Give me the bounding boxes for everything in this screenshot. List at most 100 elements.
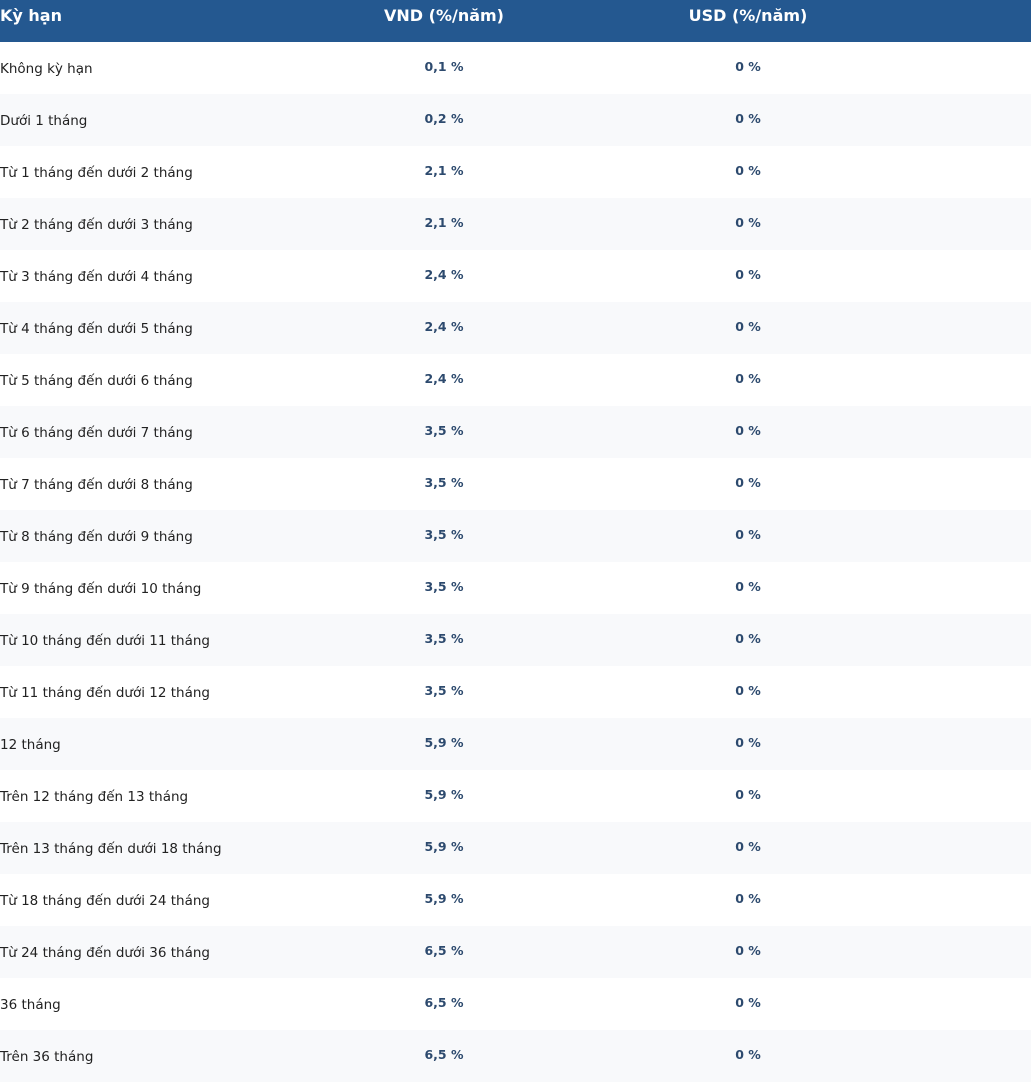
- term-cell: Từ 8 tháng đến dưới 9 tháng: [0, 529, 193, 545]
- term-cell: Từ 7 tháng đến dưới 8 tháng: [0, 477, 193, 493]
- row-spacer: [890, 94, 1031, 146]
- row-spacer: [890, 510, 1031, 562]
- row-spacer: [890, 718, 1031, 770]
- term-cell: Trên 13 tháng đến dưới 18 tháng: [0, 841, 222, 857]
- table-row: Từ 8 tháng đến dưới 9 tháng 3,5 % 0 %: [0, 510, 1031, 562]
- table-row: Từ 18 tháng đến dưới 24 tháng 5,9 % 0 %: [0, 874, 1031, 926]
- table-row: 36 tháng 6,5 % 0 %: [0, 978, 1031, 1030]
- vnd-rate-cell: 2,4 %: [424, 267, 464, 282]
- term-cell: Từ 18 tháng đến dưới 24 tháng: [0, 893, 210, 909]
- interest-rate-table: Kỳ hạn VND (%/năm) USD (%/năm) Không kỳ …: [0, 0, 1031, 1082]
- row-spacer: [890, 874, 1031, 926]
- usd-rate-cell: 0 %: [735, 163, 761, 178]
- usd-rate-cell: 0 %: [735, 423, 761, 438]
- usd-rate-cell: 0 %: [735, 475, 761, 490]
- usd-rate-cell: 0 %: [735, 59, 761, 74]
- term-cell: Từ 4 tháng đến dưới 5 tháng: [0, 321, 193, 337]
- usd-rate-cell: 0 %: [735, 527, 761, 542]
- table-row: Từ 5 tháng đến dưới 6 tháng 2,4 % 0 %: [0, 354, 1031, 406]
- vnd-rate-cell: 3,5 %: [424, 631, 464, 646]
- vnd-rate-cell: 5,9 %: [424, 839, 464, 854]
- table-header: Kỳ hạn VND (%/năm) USD (%/năm): [0, 0, 1031, 42]
- usd-rate-cell: 0 %: [735, 943, 761, 958]
- table-row: Từ 7 tháng đến dưới 8 tháng 3,5 % 0 %: [0, 458, 1031, 510]
- header-term: Kỳ hạn: [0, 6, 62, 25]
- header-spacer: [890, 0, 1031, 42]
- term-cell: Trên 12 tháng đến 13 tháng: [0, 789, 189, 805]
- vnd-rate-cell: 3,5 %: [424, 683, 464, 698]
- vnd-rate-cell: 3,5 %: [424, 527, 464, 542]
- table-row: Từ 3 tháng đến dưới 4 tháng 2,4 % 0 %: [0, 250, 1031, 302]
- vnd-rate-cell: 5,9 %: [424, 735, 464, 750]
- table-row: Từ 9 tháng đến dưới 10 tháng 3,5 % 0 %: [0, 562, 1031, 614]
- row-spacer: [890, 302, 1031, 354]
- row-spacer: [890, 770, 1031, 822]
- term-cell: 12 tháng: [0, 737, 61, 753]
- table-body: Không kỳ hạn 0,1 % 0 % Dưới 1 tháng 0,2 % 0 %…: [0, 42, 1031, 1082]
- table-row: Dưới 1 tháng 0,2 % 0 %: [0, 94, 1031, 146]
- usd-rate-cell: 0 %: [735, 631, 761, 646]
- term-cell: Từ 1 tháng đến dưới 2 tháng: [0, 165, 193, 181]
- usd-rate-cell: 0 %: [735, 787, 761, 802]
- term-cell: Từ 2 tháng đến dưới 3 tháng: [0, 217, 193, 233]
- vnd-rate-cell: 0,2 %: [424, 111, 464, 126]
- usd-rate-cell: 0 %: [735, 319, 761, 334]
- row-spacer: [890, 978, 1031, 1030]
- term-cell: Không kỳ hạn: [0, 61, 93, 77]
- table-row: Từ 10 tháng đến dưới 11 tháng 3,5 % 0 %: [0, 614, 1031, 666]
- term-cell: Từ 5 tháng đến dưới 6 tháng: [0, 373, 193, 389]
- term-cell: Từ 9 tháng đến dưới 10 tháng: [0, 581, 202, 597]
- row-spacer: [890, 354, 1031, 406]
- term-cell: Từ 6 tháng đến dưới 7 tháng: [0, 425, 193, 441]
- vnd-rate-cell: 3,5 %: [424, 579, 464, 594]
- table-row: Từ 1 tháng đến dưới 2 tháng 2,1 % 0 %: [0, 146, 1031, 198]
- vnd-rate-cell: 2,1 %: [424, 215, 464, 230]
- row-spacer: [890, 614, 1031, 666]
- term-cell: Dưới 1 tháng: [0, 113, 88, 129]
- vnd-rate-cell: 5,9 %: [424, 891, 464, 906]
- row-spacer: [890, 666, 1031, 718]
- table-row: Không kỳ hạn 0,1 % 0 %: [0, 42, 1031, 94]
- vnd-rate-cell: 0,1 %: [424, 59, 464, 74]
- row-spacer: [890, 198, 1031, 250]
- usd-rate-cell: 0 %: [735, 215, 761, 230]
- vnd-rate-cell: 3,5 %: [424, 423, 464, 438]
- header-row: Kỳ hạn VND (%/năm) USD (%/năm): [0, 0, 1031, 42]
- table-row: Từ 11 tháng đến dưới 12 tháng 3,5 % 0 %: [0, 666, 1031, 718]
- vnd-rate-cell: 5,9 %: [424, 787, 464, 802]
- table-row: Trên 13 tháng đến dưới 18 tháng 5,9 % 0 %: [0, 822, 1031, 874]
- usd-rate-cell: 0 %: [735, 371, 761, 386]
- row-spacer: [890, 250, 1031, 302]
- usd-rate-cell: 0 %: [735, 839, 761, 854]
- row-spacer: [890, 926, 1031, 978]
- vnd-rate-cell: 6,5 %: [424, 943, 464, 958]
- row-spacer: [890, 822, 1031, 874]
- row-spacer: [890, 146, 1031, 198]
- table-row: Từ 24 tháng đến dưới 36 tháng 6,5 % 0 %: [0, 926, 1031, 978]
- term-cell: Từ 3 tháng đến dưới 4 tháng: [0, 269, 193, 285]
- header-usd: USD (%/năm): [688, 6, 808, 25]
- row-spacer: [890, 458, 1031, 510]
- usd-rate-cell: 0 %: [735, 1047, 761, 1062]
- header-vnd: VND (%/năm): [384, 6, 504, 25]
- usd-rate-cell: 0 %: [735, 735, 761, 750]
- table-row: Trên 36 tháng 6,5 % 0 %: [0, 1030, 1031, 1082]
- vnd-rate-cell: 2,4 %: [424, 371, 464, 386]
- row-spacer: [890, 1030, 1031, 1082]
- term-cell: 36 tháng: [0, 997, 61, 1013]
- row-spacer: [890, 562, 1031, 614]
- vnd-rate-cell: 3,5 %: [424, 475, 464, 490]
- usd-rate-cell: 0 %: [735, 891, 761, 906]
- usd-rate-cell: 0 %: [735, 111, 761, 126]
- table-row: Trên 12 tháng đến 13 tháng 5,9 % 0 %: [0, 770, 1031, 822]
- table-row: Từ 4 tháng đến dưới 5 tháng 2,4 % 0 %: [0, 302, 1031, 354]
- vnd-rate-cell: 6,5 %: [424, 1047, 464, 1062]
- vnd-rate-cell: 2,4 %: [424, 319, 464, 334]
- usd-rate-cell: 0 %: [735, 995, 761, 1010]
- term-cell: Từ 10 tháng đến dưới 11 tháng: [0, 633, 210, 649]
- usd-rate-cell: 0 %: [735, 267, 761, 282]
- vnd-rate-cell: 2,1 %: [424, 163, 464, 178]
- term-cell: Trên 36 tháng: [0, 1049, 94, 1065]
- table-row: 12 tháng 5,9 % 0 %: [0, 718, 1031, 770]
- term-cell: Từ 11 tháng đến dưới 12 tháng: [0, 685, 210, 701]
